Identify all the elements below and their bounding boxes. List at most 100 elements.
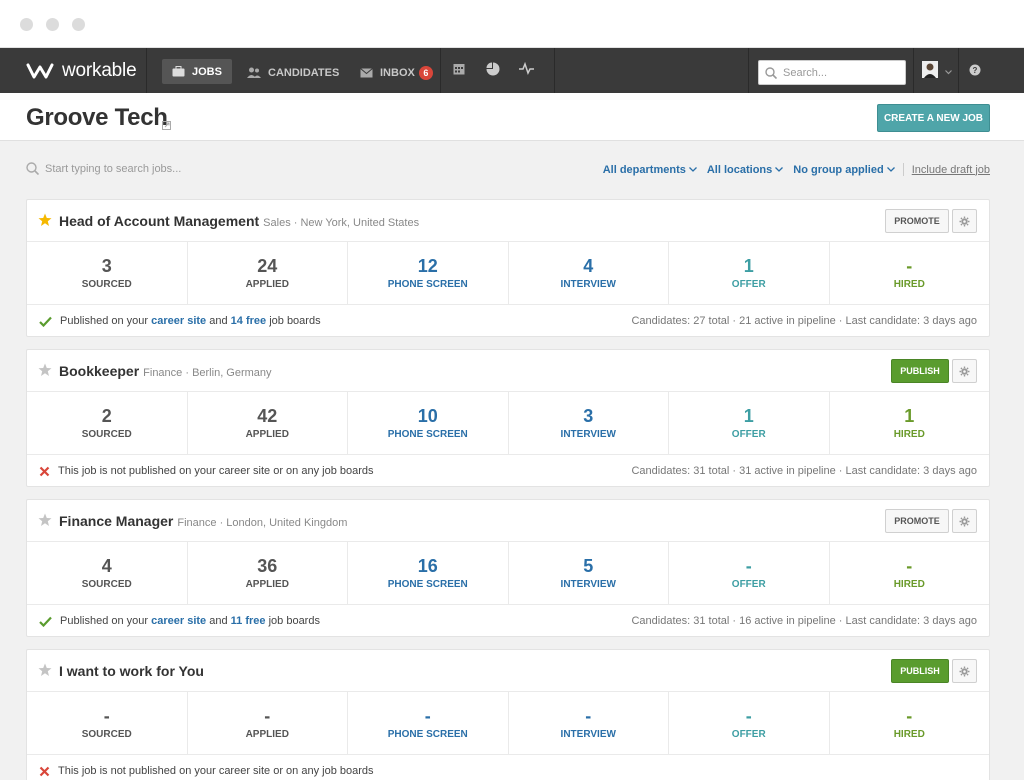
stage-offer[interactable]: - OFFER <box>669 542 830 604</box>
stage-count: - <box>424 706 431 726</box>
job-card-footer: Published on your career site and 11 fre… <box>27 605 989 637</box>
stage-label: APPLIED <box>245 429 289 440</box>
publish-button[interactable]: PUBLISH <box>891 359 949 383</box>
stage-hired[interactable]: - HIRED <box>830 542 990 604</box>
window-chrome <box>0 0 1024 48</box>
stage-applied[interactable]: 24 APPLIED <box>188 242 348 304</box>
job-settings-button[interactable] <box>952 509 977 533</box>
nav-tab-inbox[interactable]: INBOX 6 <box>360 60 433 85</box>
job-title-link[interactable]: I want to work for You <box>59 663 208 679</box>
departments-filter[interactable]: All departments <box>603 164 697 176</box>
job-card-footer: This job is not published on your career… <box>27 455 989 487</box>
promote-button[interactable]: PROMOTE <box>885 509 949 533</box>
stage-label: HIRED <box>893 729 925 740</box>
star-icon[interactable] <box>38 213 52 232</box>
nav-divider <box>554 48 555 93</box>
stage-sourced[interactable]: 4 SOURCED <box>27 542 188 604</box>
include-draft-link[interactable]: Include draft job <box>912 164 990 176</box>
job-boards-link[interactable]: 11 free <box>231 615 266 627</box>
stage-offer[interactable]: - OFFER <box>669 692 830 754</box>
stage-applied[interactable]: 42 APPLIED <box>188 392 348 454</box>
stage-interview[interactable]: 4 INTERVIEW <box>509 242 669 304</box>
external-link-icon[interactable] <box>162 117 171 135</box>
job-title-link[interactable]: Head of Account Management Sales · New Yo… <box>59 213 419 229</box>
publish-text: Published on your <box>60 315 149 327</box>
stage-phone-screen[interactable]: 16 PHONE SCREEN <box>348 542 509 604</box>
stage-offer[interactable]: 1 OFFER <box>669 242 830 304</box>
workable-logo[interactable]: workable <box>26 60 137 82</box>
stage-count: 1 <box>743 406 754 426</box>
window-maximize-dot[interactable] <box>72 18 85 31</box>
stage-sourced[interactable]: - SOURCED <box>27 692 188 754</box>
checkmark-icon <box>39 616 52 627</box>
window-minimize-dot[interactable] <box>46 18 59 31</box>
search-icon <box>26 162 39 175</box>
stage-phone-screen[interactable]: 12 PHONE SCREEN <box>348 242 509 304</box>
job-settings-button[interactable] <box>952 359 977 383</box>
candidate-summary: Candidates: 31 total · 31 active in pipe… <box>631 465 977 477</box>
gear-icon <box>959 216 970 226</box>
pipeline-stages: 4 SOURCED 36 APPLIED 16 PHONE SCREEN 5 INTER… <box>27 542 989 605</box>
job-search[interactable] <box>26 162 245 175</box>
company-name: Groove Tech <box>26 104 168 131</box>
publish-text: job boards <box>269 315 321 327</box>
job-title-link[interactable]: Finance Manager Finance · London, United … <box>59 513 347 529</box>
global-search[interactable] <box>758 60 906 85</box>
activity-icon[interactable] <box>519 61 534 78</box>
job-boards-link[interactable]: 14 free <box>231 315 266 327</box>
pipeline-stages: 3 SOURCED 24 APPLIED 12 PHONE SCREEN 4 INTER… <box>27 242 989 305</box>
stage-label: PHONE SCREEN <box>387 579 468 590</box>
window-close-dot[interactable] <box>20 18 33 31</box>
nav-tab-jobs[interactable]: JOBS <box>162 59 232 84</box>
group-filter[interactable]: No group applied <box>793 164 895 176</box>
page-header: Groove Tech CREATE A NEW JOB <box>0 93 1024 141</box>
star-icon[interactable] <box>38 363 52 382</box>
stage-applied[interactable]: - APPLIED <box>188 692 348 754</box>
career-site-link[interactable]: career site <box>151 615 206 627</box>
global-search-input[interactable] <box>783 66 893 79</box>
user-avatar[interactable] <box>922 61 938 81</box>
stage-interview[interactable]: 3 INTERVIEW <box>509 392 669 454</box>
stage-phone-screen[interactable]: 10 PHONE SCREEN <box>348 392 509 454</box>
nav-divider <box>748 48 749 93</box>
stage-hired[interactable]: - HIRED <box>830 692 990 754</box>
job-settings-button[interactable] <box>952 209 977 233</box>
stage-count: - <box>906 556 913 576</box>
job-settings-button[interactable] <box>952 659 977 683</box>
chevron-down-icon <box>688 167 697 172</box>
stage-phone-screen[interactable]: - PHONE SCREEN <box>348 692 509 754</box>
career-site-link[interactable]: career site <box>151 315 206 327</box>
checkmark-icon <box>39 316 52 327</box>
chevron-down-icon <box>886 167 895 172</box>
stage-label: OFFER <box>731 729 766 740</box>
stage-hired[interactable]: - HIRED <box>830 242 990 304</box>
job-card-footer: Published on your career site and 14 fre… <box>27 305 989 337</box>
job-search-input[interactable] <box>45 162 245 175</box>
star-icon[interactable] <box>38 513 52 532</box>
stage-offer[interactable]: 1 OFFER <box>669 392 830 454</box>
stage-interview[interactable]: - INTERVIEW <box>509 692 669 754</box>
stage-hired[interactable]: 1 HIRED <box>830 392 990 454</box>
stage-applied[interactable]: 36 APPLIED <box>188 542 348 604</box>
calendar-icon[interactable] <box>453 62 465 78</box>
job-meta: Finance · London, United Kingdom <box>177 517 348 529</box>
locations-filter[interactable]: All locations <box>707 164 784 176</box>
publish-button[interactable]: PUBLISH <box>891 659 949 683</box>
stage-count: 36 <box>257 556 278 576</box>
pie-chart-icon[interactable] <box>486 62 500 79</box>
filter-bar: All departments All locations No group a… <box>26 158 990 184</box>
chevron-down-icon[interactable] <box>945 66 952 78</box>
job-title-link[interactable]: Bookkeeper Finance · Berlin, Germany <box>59 363 272 379</box>
stage-count: 5 <box>583 556 594 576</box>
stage-sourced[interactable]: 2 SOURCED <box>27 392 188 454</box>
promote-button[interactable]: PROMOTE <box>885 209 949 233</box>
stage-label: INTERVIEW <box>560 579 616 590</box>
stage-interview[interactable]: 5 INTERVIEW <box>509 542 669 604</box>
nav-tab-candidates[interactable]: CANDIDATES <box>247 60 339 85</box>
help-icon[interactable]: ? <box>969 64 981 79</box>
star-icon[interactable] <box>38 663 52 682</box>
stage-sourced[interactable]: 3 SOURCED <box>27 242 188 304</box>
chevron-down-icon <box>775 167 784 172</box>
create-new-job-button[interactable]: CREATE A NEW JOB <box>877 104 990 132</box>
job-title: Bookkeeper <box>59 363 140 379</box>
